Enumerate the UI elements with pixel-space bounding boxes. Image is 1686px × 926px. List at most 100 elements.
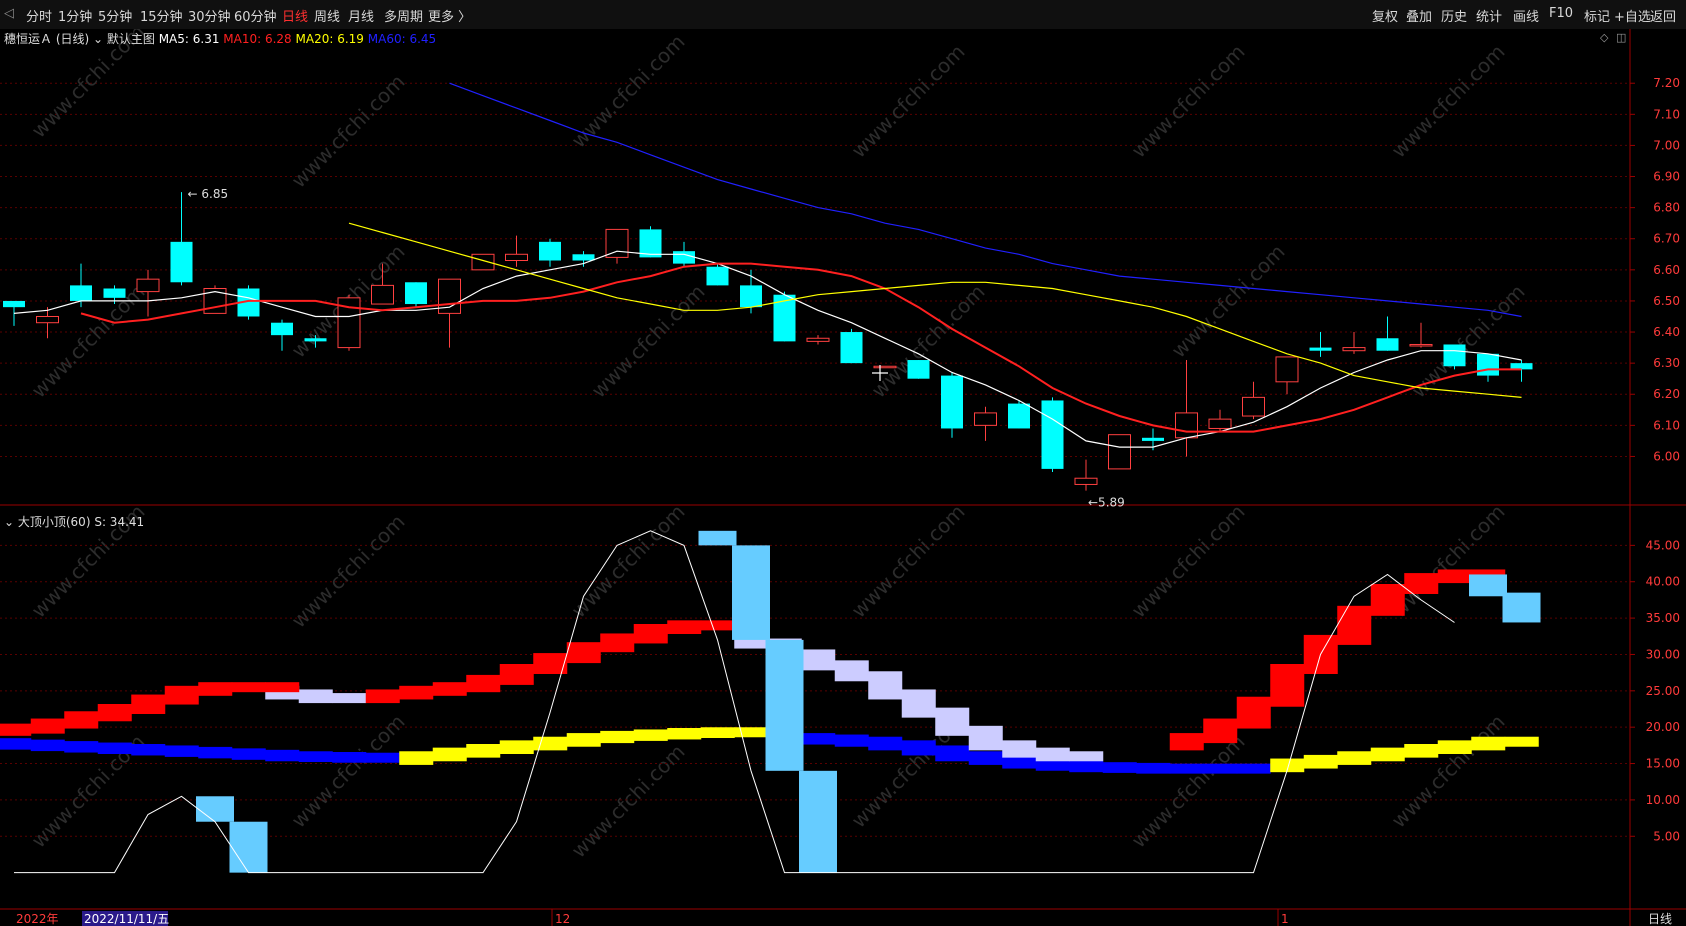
blue-band-segment (1236, 763, 1271, 774)
candle-body (1074, 477, 1098, 485)
blue-band-segment (365, 752, 400, 763)
period-toolbar: 分时 1分钟 5分钟 15分钟 30分钟 60分钟 日线 周线 月线 多周期 更多 〉 复权 叠加 历史统… (0, 0, 1686, 30)
lavender-band-segment (968, 725, 1003, 751)
red-band-segment (1270, 664, 1305, 707)
toolbar-item-2[interactable]: 5分钟 (98, 6, 132, 25)
candle-body (304, 338, 327, 342)
time-label-period: 日线 (1648, 912, 1672, 926)
blue-band-segment (298, 751, 333, 762)
toolbar-item-1[interactable]: 1分钟 (58, 6, 92, 25)
red-band-segment (1337, 605, 1372, 645)
toolbar-right-item-2[interactable]: 历史 (1441, 6, 1467, 25)
toolbar-right-item-0[interactable]: 复权 (1372, 6, 1398, 25)
price-tick-label-5: 6.50 (1653, 294, 1680, 308)
blue-band-segment (198, 746, 233, 759)
price-tick-label-1: 6.10 (1653, 418, 1680, 432)
toolbar-item-8[interactable]: 月线 (348, 6, 374, 25)
toolbar-right-item-6[interactable]: 标记 (1584, 6, 1610, 25)
price-tick-label-6: 6.60 (1653, 263, 1680, 277)
main-header-ma10: MA10: 6.28 (219, 32, 291, 46)
sub-tick-label-2: 15.00 (1646, 757, 1680, 771)
lavender-band-segment (1035, 747, 1070, 762)
candle-body (1242, 396, 1265, 417)
candle-body (203, 287, 227, 314)
s-bar (732, 545, 770, 640)
red-band-segment (365, 689, 400, 704)
candle-body (1275, 356, 1299, 383)
blue-band-segment (1102, 762, 1137, 773)
red-band-segment (265, 682, 300, 693)
toolbar-right-item-4[interactable]: 画线 (1513, 6, 1539, 25)
candle-body (1443, 344, 1466, 367)
sub-tick-label-3: 20.00 (1646, 720, 1680, 734)
main-header-ma20: MA20: 6.19 (292, 32, 364, 46)
candle-body (1008, 403, 1030, 429)
blue-band-segment (97, 742, 132, 754)
lavender-band-segment (1069, 751, 1104, 762)
toolbar-item-5[interactable]: 60分钟 (234, 6, 277, 25)
sub-tick-label-1: 10.00 (1646, 793, 1680, 807)
toolbar-item-10[interactable]: 更多 〉 (428, 6, 471, 25)
time-label-jan: 1 (1281, 912, 1289, 926)
blue-band-segment (131, 744, 166, 756)
candle-body (1208, 418, 1232, 429)
blue-band-segment (0, 738, 32, 750)
toolbar-item-6[interactable]: 日线 (282, 6, 308, 25)
s-bar (1469, 574, 1507, 597)
yellow-band-segment (399, 751, 434, 765)
yellow-band-segment (566, 733, 601, 747)
toolbar-right-item-5[interactable]: F10 (1549, 6, 1573, 21)
toolbar-item-9[interactable]: 多周期 (384, 6, 423, 25)
blue-band-segment (834, 734, 869, 747)
red-band-segment (30, 718, 65, 734)
yellow-band-segment (499, 740, 534, 754)
yellow-band-segment (466, 744, 501, 758)
red-band-segment (1236, 696, 1271, 729)
candle-body (170, 241, 193, 283)
candle-body (1108, 434, 1131, 470)
lavender-band-segment (298, 689, 333, 704)
main-header-template: ⌄ 默认主图 (89, 31, 155, 46)
toolbar-item-7[interactable]: 周线 (314, 6, 340, 25)
toolbar-right-item-1[interactable]: 叠加 (1406, 6, 1432, 25)
toolbar-right-item-3[interactable]: 统计 (1476, 6, 1502, 25)
time-label-date: 2022/11/11/五 (84, 912, 169, 926)
s-bar (229, 821, 268, 873)
candle-body (70, 285, 92, 301)
time-label-dec: 12 (555, 912, 570, 926)
toolbar-right-item-7[interactable]: +自选 (1614, 6, 1651, 25)
yellow-band-segment (1404, 744, 1439, 758)
candle-body (773, 294, 796, 342)
lavender-band-segment (834, 660, 869, 682)
blue-band-segment (332, 752, 367, 763)
toolbar-right-item-8[interactable]: 返回 (1650, 6, 1676, 25)
toolbar-item-4[interactable]: 30分钟 (188, 6, 231, 25)
s-bar (799, 770, 837, 873)
blue-band-segment (901, 740, 936, 756)
red-band-segment (231, 682, 266, 693)
toolbar-item-3[interactable]: 15分钟 (140, 6, 183, 25)
blue-band-segment (1203, 763, 1238, 774)
candle-body (873, 365, 897, 369)
candle-body (706, 266, 729, 286)
red-band-segment (667, 620, 702, 634)
red-band-segment (432, 682, 467, 696)
price-tick-label-9: 6.90 (1653, 170, 1680, 184)
price-tick-label-2: 6.20 (1653, 387, 1680, 401)
red-band-segment (0, 723, 32, 736)
price-tick-label-3: 6.30 (1653, 356, 1680, 370)
blue-band-segment (1136, 762, 1171, 774)
toolbar-item-0[interactable]: 分时 (26, 6, 52, 25)
back-arrow-icon[interactable]: ◁ (4, 6, 14, 21)
candle-body (1041, 400, 1064, 469)
yellow-band-segment (734, 727, 769, 738)
yellow-band-segment (1471, 736, 1506, 751)
sub-tick-label-6: 35.00 (1646, 611, 1680, 625)
main-header-ma5: MA5: 6.31 (155, 32, 220, 46)
blue-band-segment (935, 745, 970, 762)
candle-body (136, 278, 160, 293)
candle-body (974, 412, 997, 426)
candle-body (907, 360, 930, 379)
blue-band-segment (968, 751, 1003, 765)
candle-body (572, 254, 595, 261)
